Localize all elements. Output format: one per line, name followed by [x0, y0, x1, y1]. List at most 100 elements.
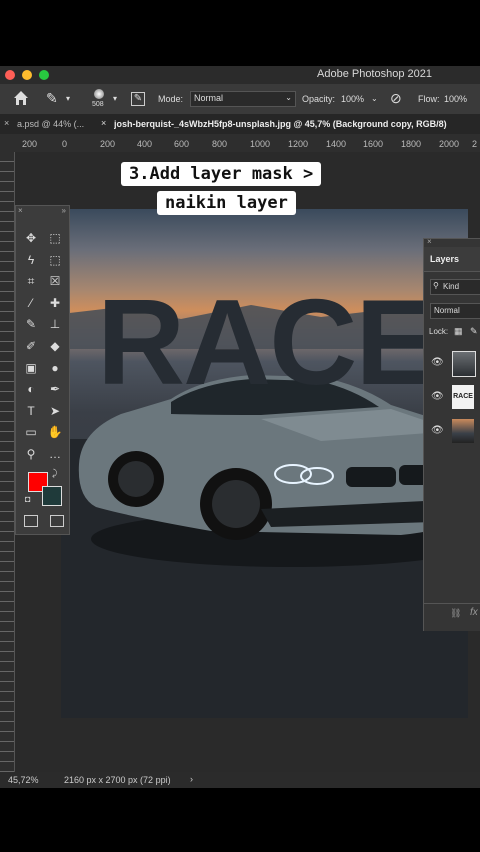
zoom-icon[interactable]: ⚲: [20, 444, 42, 464]
quick-mask-icon[interactable]: [24, 515, 38, 527]
brush-icon[interactable]: ✎: [20, 314, 42, 334]
opacity-chevron-icon[interactable]: ⌄: [371, 94, 378, 103]
race-headline: RACE: [97, 274, 437, 410]
fx-icon[interactable]: fx: [470, 607, 478, 618]
ruler-tick-label: 800: [212, 139, 228, 149]
visibility-eye-icon[interactable]: 👁: [431, 357, 444, 368]
mode-label: Mode:: [158, 94, 184, 104]
blur-icon[interactable]: ●: [44, 358, 66, 378]
mode-select[interactable]: Normal ⌄: [190, 91, 296, 107]
ruler-tick-label: 600: [174, 139, 190, 149]
background-color-swatch[interactable]: [42, 486, 62, 506]
marquee-icon[interactable]: ⬚: [44, 228, 66, 248]
brush-preset-chevron-icon[interactable]: ▾: [66, 94, 70, 103]
tools-collapse-icon[interactable]: ×: [18, 206, 23, 215]
mode-chevron-icon: ⌄: [285, 93, 292, 102]
tab-active-close-icon[interactable]: ×: [101, 118, 106, 128]
more-icon[interactable]: …: [44, 444, 66, 464]
ruler-tick-label: 200: [100, 139, 116, 149]
brush-size-value: 508: [92, 101, 104, 108]
mode-value: Normal: [194, 93, 224, 103]
opacity-value[interactable]: 100%: [341, 94, 364, 104]
opacity-label: Opacity:: [302, 94, 336, 104]
status-bar: 45,72% 2160 px x 2700 px (72 ppi) ›: [0, 772, 480, 788]
blend-mode-value: Normal: [434, 306, 460, 315]
tab-a-psd[interactable]: a.psd @ 44% (...: [17, 119, 84, 129]
rectangle-icon[interactable]: ▭: [20, 422, 42, 442]
flow-label: Flow:: [418, 94, 440, 104]
brush-size-dot[interactable]: [94, 89, 104, 99]
link-layers-icon[interactable]: ⛓: [450, 608, 461, 619]
screen-mode-icon[interactable]: [50, 515, 64, 527]
app-title: Adobe Photoshop 2021: [317, 68, 432, 80]
maximize-window-button[interactable]: [39, 70, 49, 80]
ruler-tick-label: 2: [472, 139, 478, 149]
ruler-tick-label: 1800: [401, 139, 422, 149]
path-select-icon[interactable]: ➤: [44, 401, 66, 421]
ruler-tick-label: 400: [137, 139, 153, 149]
ruler-tick-label: 1000: [250, 139, 271, 149]
tab-active-document[interactable]: josh-berquist-_4sWbzH5fp8-unsplash.jpg @…: [114, 119, 480, 129]
frame-icon[interactable]: ☒: [44, 271, 66, 291]
status-menu-chevron-icon[interactable]: ›: [190, 774, 193, 784]
layer-kind-filter[interactable]: ⚲ Kind: [430, 279, 480, 295]
default-colors-icon[interactable]: ◘: [25, 494, 30, 504]
layers-panel-close-icon[interactable]: ×: [427, 237, 432, 246]
home-icon[interactable]: [12, 89, 30, 107]
document-tab-bar: × a.psd @ 44% (... × josh-berquist-_4sWb…: [0, 114, 480, 134]
minimize-window-button[interactable]: [22, 70, 32, 80]
eraser-icon[interactable]: ◆: [44, 336, 66, 356]
search-icon: ⚲: [433, 281, 439, 290]
lock-label: Lock:: [429, 327, 449, 336]
ruler-top[interactable]: 200 0 200 400 600 800 1000 1200 1400 160…: [0, 134, 480, 153]
pen-icon[interactable]: ✒: [44, 379, 66, 399]
blend-mode-select[interactable]: Normal: [430, 303, 480, 319]
kind-label: Kind: [443, 282, 460, 291]
flow-value[interactable]: 100%: [444, 94, 467, 104]
ruler-tick-label: 1600: [363, 139, 384, 149]
options-bar: ✎ ▾ 508 ▾ ✎ Mode: Normal ⌄ Opacity: 100%…: [0, 84, 480, 114]
layer-thumbnail-car[interactable]: [452, 351, 476, 377]
object-select-icon[interactable]: ⬚: [44, 250, 66, 270]
tab-close-icon[interactable]: ×: [4, 118, 9, 128]
brush-size-chevron-icon[interactable]: ▾: [113, 94, 117, 103]
caption-line-1: 3.Add layer mask >: [121, 162, 322, 186]
eyedropper-icon[interactable]: ⁄: [20, 293, 42, 313]
layer-row-background[interactable]: 👁: [424, 417, 480, 445]
pressure-opacity-icon[interactable]: ⊘: [390, 90, 402, 107]
stamp-icon[interactable]: ⊥: [44, 314, 66, 334]
layer-row-car[interactable]: 👁: [424, 349, 480, 377]
layer-thumbnail-race[interactable]: RACE: [452, 385, 474, 409]
brush-preset-icon[interactable]: ✎: [46, 90, 58, 107]
gradient-icon[interactable]: ▣: [20, 358, 42, 378]
move-icon[interactable]: ✥: [20, 228, 42, 248]
lock-paint-icon[interactable]: ✎: [470, 326, 478, 337]
caption-line-2: naikin layer: [157, 191, 296, 215]
visibility-eye-icon[interactable]: 👁: [431, 425, 444, 436]
layer-thumbnail-background[interactable]: [452, 419, 474, 443]
layers-tab-label: Layers: [430, 254, 460, 264]
close-window-button[interactable]: [5, 70, 15, 80]
ruler-tick-label: 2000: [439, 139, 460, 149]
visibility-eye-icon[interactable]: 👁: [431, 391, 444, 402]
healing-icon[interactable]: ✚: [44, 293, 66, 313]
hand-icon[interactable]: ✋: [44, 422, 66, 442]
document-canvas[interactable]: RACE: [61, 209, 468, 718]
history-brush-icon[interactable]: ✐: [20, 336, 42, 356]
ruler-tick-label: 1200: [288, 139, 309, 149]
tools-expand-icon[interactable]: »: [62, 206, 66, 215]
zoom-level[interactable]: 45,72%: [8, 775, 39, 785]
lasso-icon[interactable]: ϟ: [20, 250, 42, 270]
swap-colors-icon[interactable]: ⤸: [52, 468, 57, 479]
ruler-left[interactable]: [0, 152, 15, 772]
title-bar: Adobe Photoshop 2021: [0, 66, 480, 84]
dodge-icon[interactable]: ◐: [20, 379, 42, 399]
crop-icon[interactable]: ⌗: [20, 271, 42, 291]
layers-footer: ⛓ fx: [424, 603, 480, 624]
layer-row-race[interactable]: 👁 RACE: [424, 383, 480, 411]
lock-transparent-icon[interactable]: ▦: [454, 326, 463, 337]
layers-panel: × Layers ⚲ Kind Normal Lock: ▦ ✎ 👁 👁 RAC…: [423, 237, 480, 631]
brush-settings-icon[interactable]: ✎: [131, 92, 145, 106]
layers-tab[interactable]: Layers: [424, 247, 480, 272]
type-icon[interactable]: T: [20, 401, 42, 421]
